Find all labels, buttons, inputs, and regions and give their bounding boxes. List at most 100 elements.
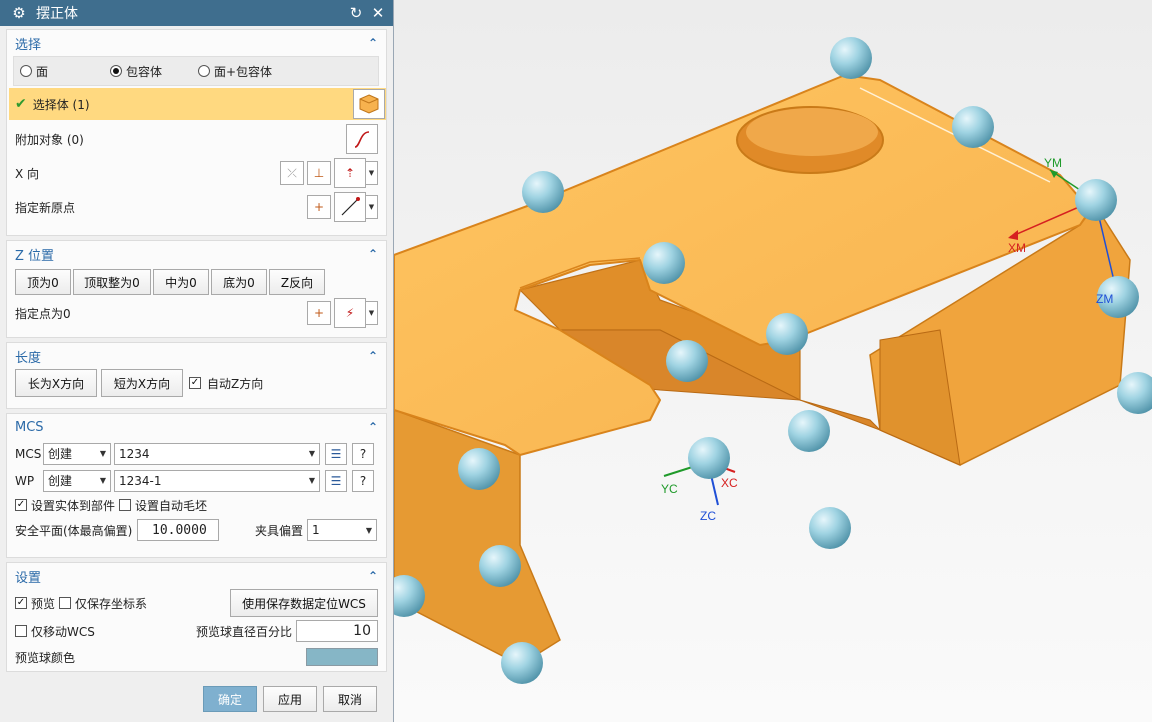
preview-row: ✓ 预览 仅保存坐标系 使用保存数据定位WCS (15, 589, 378, 617)
bottom-zero-button[interactable]: 底为0 (211, 269, 267, 295)
vector-inferred-button[interactable]: ⇡ (334, 158, 366, 188)
mcs-name-select[interactable]: 1234 ▼ (114, 442, 320, 465)
collapse-icon[interactable]: ⌃ (368, 247, 378, 261)
check-icon: ✔ (15, 96, 27, 112)
selection-mode-radios: 面 包容体 面+包容体 (13, 56, 379, 86)
csys-dialog-button[interactable]: ⊥ (307, 161, 331, 185)
select-body-row[interactable]: ✔ 选择体 (1) (9, 88, 386, 120)
preview-sphere (830, 37, 872, 79)
length-group-header[interactable]: 长度 ⌃ (15, 343, 378, 369)
preview-checkbox[interactable]: ✓ (15, 597, 27, 609)
preview-sphere (688, 437, 730, 479)
close-icon[interactable]: ✕ (369, 4, 387, 22)
preview-sphere (479, 545, 521, 587)
mcs-options-row: ✓ 设置实体到部件 设置自动毛坯 (15, 494, 378, 516)
preview-sphere (1117, 372, 1152, 414)
use-saved-data-button[interactable]: 使用保存数据定位WCS (230, 589, 378, 617)
ball-color-row: 预览球颜色 (15, 645, 378, 669)
curve-select-button[interactable] (346, 124, 378, 154)
short-as-x-button[interactable]: 短为X方向 (101, 369, 183, 397)
ball-color-swatch[interactable] (306, 648, 378, 666)
apply-button[interactable]: 应用 (263, 686, 317, 712)
mcs-group: MCS ⌃ MCS 创建 ▼ 1234 ▼ ☰ ? WP 创建 ▼ 1234-1 ▼ ☰… (6, 413, 387, 558)
move-wcs-checkbox[interactable] (15, 625, 27, 637)
preview-sphere (766, 313, 808, 355)
settings-group: 设置 ⌃ ✓ 预览 仅保存坐标系 使用保存数据定位WCS 仅移动WCS 预览球直… (6, 562, 387, 672)
cube-icon (359, 94, 379, 114)
collapse-icon[interactable]: ⌃ (368, 569, 378, 583)
preview-sphere (522, 171, 564, 213)
preview-sphere (1075, 179, 1117, 221)
safe-plane-input[interactable]: 10.0000 (137, 519, 219, 541)
ball-diameter-input[interactable]: 10 (296, 620, 378, 642)
reverse-direction-button[interactable]: ⤫ (280, 161, 304, 185)
wp-help-button[interactable]: ? (352, 469, 374, 492)
part-model: YM XM ZM YC XC ZC (394, 37, 1152, 684)
settings-group-header[interactable]: 设置 ⌃ (15, 563, 378, 589)
length-row: 长为X方向 短为X方向 ✓ 自动Z方向 (15, 369, 378, 397)
x-direction-label: X 向 (15, 166, 40, 181)
long-as-x-button[interactable]: 长为X方向 (15, 369, 97, 397)
point-inferred-button[interactable] (334, 192, 366, 222)
collapse-icon[interactable]: ⌃ (368, 349, 378, 363)
z-position-buttons: 顶为0 顶取整为0 中为0 底为0 Z反向 (15, 269, 378, 295)
wp-list-button[interactable]: ☰ (325, 469, 347, 492)
preview-sphere (458, 448, 500, 490)
z-position-group: Z 位置 ⌃ 顶为0 顶取整为0 中为0 底为0 Z反向 指定点为0 + ⚡ ▼ (6, 240, 387, 338)
radio-bounding-body[interactable] (110, 65, 122, 77)
body-select-button[interactable] (353, 89, 385, 119)
curve-icon (354, 131, 370, 148)
move-wcs-row: 仅移动WCS 预览球直径百分比 10 (15, 617, 378, 645)
z-position-group-header[interactable]: Z 位置 ⌃ (15, 241, 378, 267)
graphics-viewport[interactable]: YM XM ZM YC XC ZC (394, 0, 1152, 722)
mcs-mode-select[interactable]: 创建 ▼ (43, 442, 111, 465)
collapse-icon[interactable]: ⌃ (368, 420, 378, 434)
fixture-offset-label: 夹具偏置 (255, 523, 304, 538)
z-reverse-button[interactable]: Z反向 (269, 269, 325, 295)
preview-sphere (952, 106, 994, 148)
z-point-inferred-button[interactable]: ⚡ (334, 298, 366, 328)
save-cs-only-label: 仅保存坐标系 (75, 596, 148, 611)
mcs-help-button[interactable]: ? (352, 442, 374, 465)
auto-z-checkbox[interactable]: ✓ (189, 377, 201, 389)
line-point-icon (341, 197, 360, 216)
dialog-title: 摆正体 (36, 6, 78, 22)
collapse-icon[interactable]: ⌃ (368, 36, 378, 50)
select-body-label: 选择体 (1) (32, 97, 90, 112)
ok-button[interactable]: 确定 (203, 686, 257, 712)
z-point-dialog-button[interactable]: + (307, 301, 331, 325)
z-point-dropdown[interactable]: ▼ (366, 301, 378, 325)
extra-objects-label: 附加对象 (0) (15, 132, 84, 147)
set-solid-checkbox[interactable]: ✓ (15, 499, 27, 511)
save-cs-only-checkbox[interactable] (59, 597, 72, 609)
specify-point-row: 指定点为0 + ⚡ ▼ (15, 296, 378, 330)
point-dropdown[interactable]: ▼ (366, 195, 378, 219)
cancel-button[interactable]: 取消 (323, 686, 377, 712)
extra-objects-row: 附加对象 (0) (15, 122, 378, 156)
preview-sphere (501, 642, 543, 684)
radio-face[interactable] (20, 65, 32, 77)
reset-icon[interactable]: ↻ (347, 4, 365, 22)
fixture-offset-select[interactable]: 1 ▼ (307, 519, 377, 541)
wp-mode-select[interactable]: 创建 ▼ (43, 469, 111, 492)
vector-dropdown[interactable]: ▼ (366, 161, 378, 185)
wp-name-select[interactable]: 1234-1 ▼ (114, 469, 320, 492)
radio-face-plus-body[interactable] (198, 65, 210, 77)
radio-face-plus-body-label: 面+包容体 (214, 64, 273, 79)
x-direction-row: X 向 ⤫ ⊥ ⇡ ▼ (15, 156, 378, 190)
ball-diameter-label: 预览球直径百分比 (195, 624, 292, 639)
new-origin-label: 指定新原点 (15, 200, 76, 215)
move-wcs-label: 仅移动WCS (31, 624, 95, 639)
radio-bounding-body-label: 包容体 (126, 64, 163, 79)
mcs-list-button[interactable]: ☰ (325, 442, 347, 465)
mcs-group-header[interactable]: MCS ⌃ (15, 414, 378, 440)
selection-group-header[interactable]: 选择 ⌃ (15, 30, 378, 56)
middle-zero-button[interactable]: 中为0 (153, 269, 209, 295)
top-round-zero-button[interactable]: 顶取整为0 (73, 269, 151, 295)
top-zero-button[interactable]: 顶为0 (15, 269, 71, 295)
point-dialog-button[interactable]: + (307, 195, 331, 219)
length-group: 长度 ⌃ 长为X方向 短为X方向 ✓ 自动Z方向 (6, 342, 387, 409)
dialog-titlebar: ⚙ 摆正体 ↻ ✕ (0, 0, 393, 26)
set-blank-checkbox[interactable] (119, 499, 132, 511)
ball-color-label: 预览球颜色 (15, 650, 76, 665)
